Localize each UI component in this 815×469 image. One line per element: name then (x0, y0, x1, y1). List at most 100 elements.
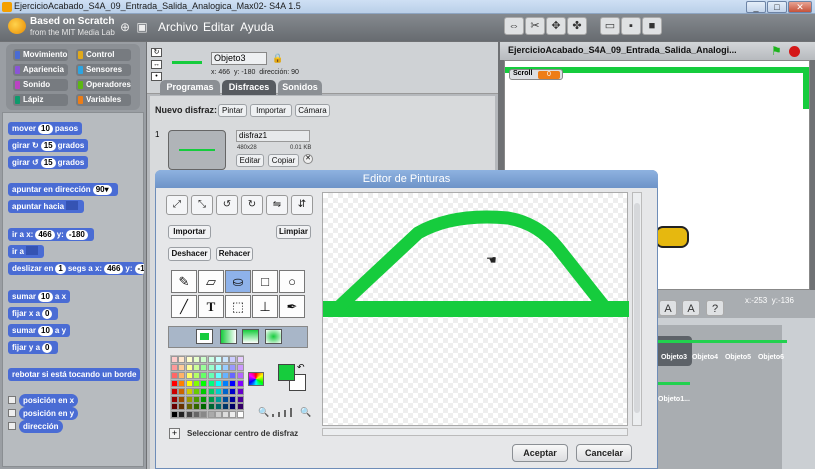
sprite-item-objeto6[interactable]: Objeto6 (751, 336, 789, 366)
menu-editar[interactable]: Editar (203, 20, 234, 34)
palette-color-swatch[interactable] (200, 363, 208, 371)
palette-color-swatch[interactable] (178, 371, 186, 379)
palette-color-swatch[interactable] (229, 411, 237, 419)
rotate-ccw-icon[interactable]: ↺ (216, 195, 238, 215)
grow-canvas-icon[interactable]: ⤢ (166, 195, 188, 215)
delete-costume-icon[interactable]: ✕ (303, 154, 313, 164)
rotate-style-icon[interactable]: ↻ (151, 48, 162, 57)
palette-color-swatch[interactable] (178, 356, 186, 363)
palette-color-swatch[interactable] (207, 363, 215, 371)
reporter-y-position[interactable]: posición en y (19, 407, 79, 420)
palette-color-swatch[interactable] (185, 363, 193, 371)
palette-color-swatch[interactable] (192, 403, 200, 411)
block-turn-right[interactable]: girar ↻ 15 grados (8, 139, 89, 152)
palette-color-swatch[interactable] (222, 371, 230, 379)
fill-solid-option[interactable] (196, 329, 213, 344)
category-movimiento[interactable]: Movimiento (13, 49, 68, 61)
block-point-direction[interactable]: apuntar en dirección 90▾ (8, 183, 118, 196)
block-change-x[interactable]: sumar 10 a x (8, 290, 71, 303)
small-stage-icon[interactable]: ▪ (621, 17, 641, 35)
block-point-towards[interactable]: apuntar hacia (8, 200, 85, 213)
scroll-monitor[interactable]: Scroll 0 (509, 69, 563, 80)
palette-color-swatch[interactable] (214, 403, 222, 411)
zoom-in-icon[interactable]: 🔍 (300, 407, 311, 418)
reporter-direction[interactable]: dirección (19, 420, 63, 433)
palette-color-swatch[interactable] (222, 387, 230, 395)
palette-color-swatch[interactable] (236, 395, 244, 403)
duplicate-tool-icon[interactable]: ⇔ (504, 17, 524, 35)
fill-bucket-tool-icon[interactable]: ⛀ (225, 270, 251, 293)
palette-color-swatch[interactable] (207, 387, 215, 395)
palette-color-swatch[interactable] (185, 403, 193, 411)
palette-color-swatch[interactable] (229, 371, 237, 379)
category-control[interactable]: Control (76, 49, 131, 61)
palette-color-swatch[interactable] (185, 387, 193, 395)
palette-color-swatch[interactable] (207, 395, 215, 403)
palette-color-swatch[interactable] (171, 379, 178, 387)
text-tool-icon[interactable]: T (198, 295, 224, 318)
palette-color-swatch[interactable] (236, 363, 244, 371)
palette-color-swatch[interactable] (192, 395, 200, 403)
palette-color-swatch[interactable] (192, 411, 200, 419)
palette-color-swatch[interactable] (178, 395, 186, 403)
rectangle-tool-icon[interactable]: □ (252, 270, 278, 293)
save-disk-icon[interactable]: ▣ (135, 20, 149, 34)
palette-color-swatch[interactable] (236, 371, 244, 379)
lock-icon[interactable]: 🔒 (272, 53, 283, 64)
palette-color-swatch[interactable] (207, 371, 215, 379)
accept-button[interactable]: Aceptar (512, 444, 568, 462)
palette-color-swatch[interactable] (214, 411, 222, 419)
block-goto[interactable]: ir a (8, 245, 45, 258)
palette-color-swatch[interactable] (171, 356, 178, 363)
category-sonido[interactable]: Sonido (13, 79, 68, 91)
sprite-item-objeto1[interactable]: Objeto1... (654, 378, 692, 408)
canvas-vertical-scrollbar[interactable] (632, 192, 642, 426)
maximize-button[interactable]: □ (767, 1, 787, 13)
palette-color-swatch[interactable] (236, 411, 244, 419)
palette-color-swatch[interactable] (236, 356, 244, 363)
foreground-color-swatch[interactable] (278, 364, 295, 381)
palette-color-swatch[interactable] (222, 411, 230, 419)
line-tool-icon[interactable]: ╱ (171, 295, 197, 318)
block-glide[interactable]: deslizar en1segs a x:466y:-18 (8, 262, 144, 275)
palette-color-swatch[interactable] (222, 395, 230, 403)
normal-stage-icon[interactable]: ■ (642, 17, 662, 35)
palette-color-swatch[interactable] (178, 379, 186, 387)
fill-radial-gradient-option[interactable] (265, 329, 282, 344)
flip-style-icon[interactable]: ↔ (151, 60, 162, 69)
palette-color-swatch[interactable] (229, 403, 237, 411)
palette-color-swatch[interactable] (185, 395, 193, 403)
undo-button[interactable]: Deshacer (168, 247, 211, 261)
palette-color-swatch[interactable] (192, 387, 200, 395)
palette-color-swatch[interactable] (192, 379, 200, 387)
palette-color-swatch[interactable] (171, 363, 178, 371)
stop-sign-icon[interactable] (789, 46, 800, 57)
swap-colors-icon[interactable]: ↶ (297, 362, 305, 373)
palette-color-swatch[interactable] (178, 403, 186, 411)
menu-ayuda[interactable]: Ayuda (240, 20, 274, 34)
palette-color-swatch[interactable] (171, 411, 178, 419)
new-sprite-random-icon[interactable]: ? (706, 300, 724, 316)
redo-button[interactable]: Rehacer (216, 247, 253, 261)
grow-tool-icon[interactable]: ✥ (546, 17, 566, 35)
palette-color-swatch[interactable] (185, 356, 193, 363)
checkbox-x-position[interactable] (8, 396, 16, 404)
palette-color-swatch[interactable] (192, 356, 200, 363)
category-lapiz[interactable]: Lápiz (13, 94, 68, 106)
palette-color-swatch[interactable] (171, 371, 178, 379)
menu-archivo[interactable]: Archivo (158, 20, 198, 34)
stamp-tool-icon[interactable]: ⊥ (252, 295, 278, 318)
palette-color-swatch[interactable] (192, 371, 200, 379)
palette-color-swatch[interactable] (178, 387, 186, 395)
palette-color-swatch[interactable] (207, 379, 215, 387)
costume-name-field[interactable]: disfraz1 (236, 130, 310, 142)
select-tool-icon[interactable]: ⬚ (225, 295, 251, 318)
rotate-cw-icon[interactable]: ↻ (241, 195, 263, 215)
clear-canvas-button[interactable]: Limpiar (276, 225, 311, 239)
category-operadores[interactable]: Operadores (76, 79, 131, 91)
category-sensores[interactable]: Sensores (76, 64, 131, 76)
zoom-out-icon[interactable]: 🔍 (258, 407, 269, 418)
checkbox-y-position[interactable] (8, 409, 16, 417)
copy-costume-button[interactable]: Copiar (268, 154, 299, 167)
palette-color-swatch[interactable] (236, 403, 244, 411)
